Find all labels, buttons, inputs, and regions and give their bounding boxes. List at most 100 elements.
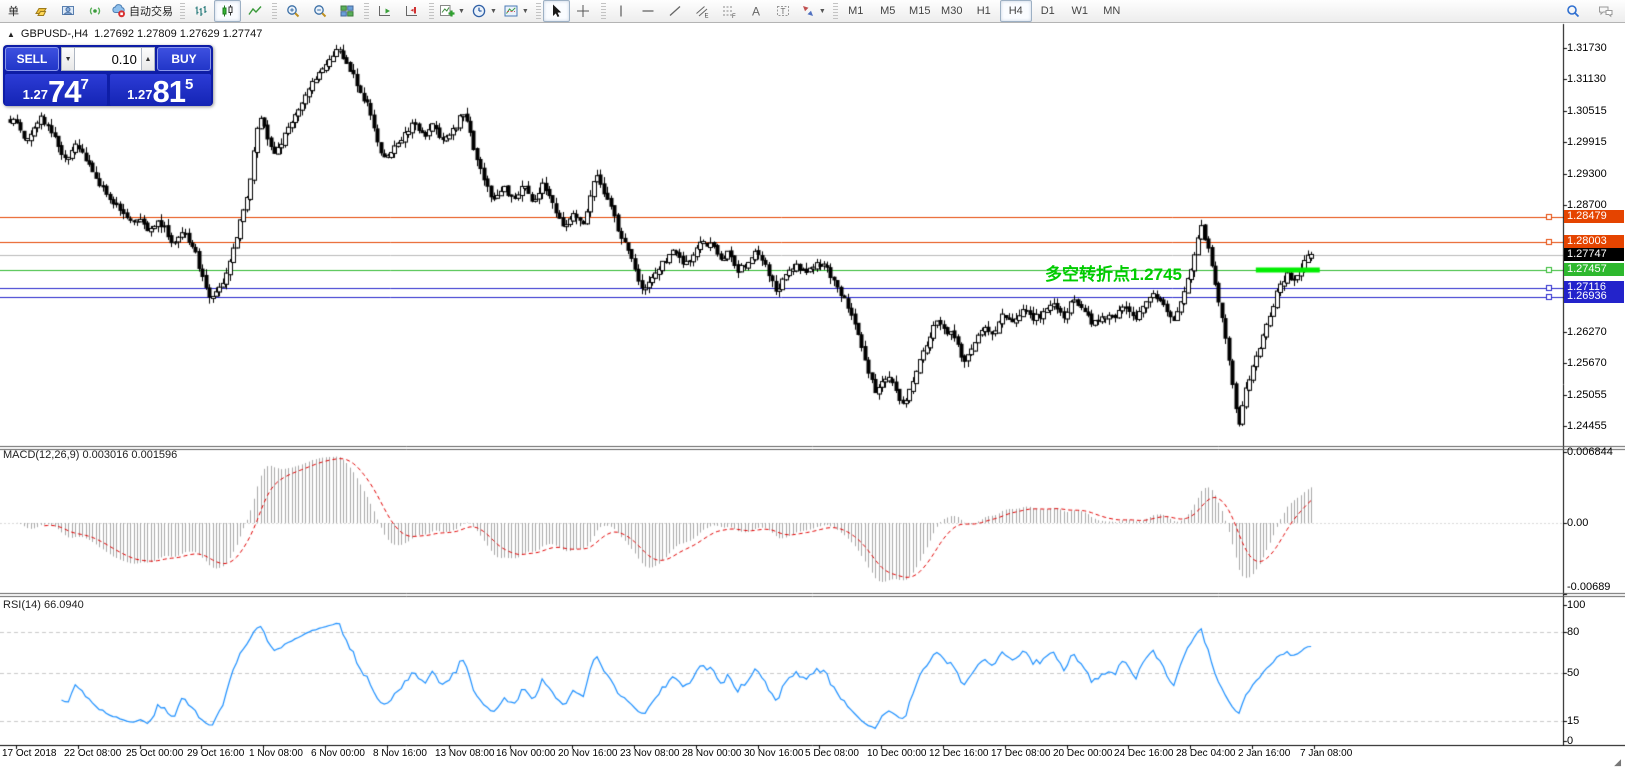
- arrows-button[interactable]: ▼: [797, 0, 829, 22]
- axis-tick-label: 1.25055: [1567, 389, 1607, 401]
- toolbar-separator: [833, 3, 838, 19]
- price-tag: 1.28003: [1564, 235, 1624, 248]
- timeframe-m5-button[interactable]: M5: [872, 0, 904, 22]
- tile-windows-button[interactable]: [333, 0, 360, 22]
- main-toolbar: 单自动交易▼▼▼EFAT▼M1M5M15M30H1H4D1W1MN: [0, 0, 1625, 23]
- horizontal-line-button[interactable]: [635, 0, 662, 22]
- vertical-line-button[interactable]: [608, 0, 635, 22]
- timeframe-d1-button[interactable]: D1: [1032, 0, 1064, 22]
- time-axis-label: 1 Nov 08:00: [249, 748, 303, 759]
- macd-indicator-label: MACD(12,26,9) 0.003016 0.001596: [3, 449, 177, 461]
- lot-size-input[interactable]: [75, 47, 141, 71]
- buy-price-big: 81: [152, 78, 184, 105]
- buy-price-pip: 5: [185, 76, 193, 93]
- toolbar-right: [1559, 0, 1619, 22]
- lot-decrease-button[interactable]: ▼: [61, 47, 75, 71]
- axis-tick-label: 1.24455: [1567, 420, 1607, 432]
- signal-button[interactable]: [81, 0, 108, 22]
- crosshair-button[interactable]: [570, 0, 597, 22]
- price-tag: 1.26936: [1564, 290, 1624, 303]
- line-chart-button[interactable]: [241, 0, 268, 22]
- buy-button[interactable]: BUY: [157, 47, 211, 71]
- chart-symbol-period: GBPUSD-,H4: [21, 28, 88, 40]
- gold-bar-icon-button[interactable]: [27, 0, 54, 22]
- autoscroll-icon: [377, 3, 393, 19]
- time-axis-label: 17 Dec 08:00: [991, 748, 1051, 759]
- axis-tick-label: 0: [1567, 735, 1573, 747]
- sell-button[interactable]: SELL: [5, 47, 59, 71]
- chart-title: ▲ GBPUSD-,H4 1.27692 1.27809 1.27629 1.2…: [7, 28, 262, 40]
- zoom-out-button[interactable]: [306, 0, 333, 22]
- chart-annotation-text[interactable]: 多空转折点1.2745: [1045, 260, 1182, 285]
- candles-icon: [220, 3, 236, 19]
- zoomin-icon: [285, 3, 301, 19]
- buy-price-panel[interactable]: 1.27815: [110, 74, 212, 106]
- chartshift-icon: [404, 3, 420, 19]
- bar-chart-button[interactable]: [187, 0, 214, 22]
- timeframe-h1-button[interactable]: H1: [968, 0, 1000, 22]
- toolbar-separator: [536, 3, 541, 19]
- fibonacci-button[interactable]: F: [716, 0, 743, 22]
- sell-price-big: 74: [48, 78, 80, 105]
- chart-canvas[interactable]: [0, 0, 1625, 768]
- candlestick-chart-button[interactable]: [214, 0, 241, 22]
- time-axis-label: 20 Dec 00:00: [1053, 748, 1113, 759]
- indicators-button[interactable]: ▼: [436, 0, 468, 22]
- search-icon: [1565, 3, 1581, 19]
- time-axis-label: 22 Oct 08:00: [64, 748, 121, 759]
- time-axis-label: 23 Nov 08:00: [620, 748, 680, 759]
- chat-icon: [1597, 3, 1615, 19]
- time-axis-label: 17 Oct 2018: [2, 748, 56, 759]
- time-axis-label: 28 Dec 04:00: [1176, 748, 1236, 759]
- auto-trading-button[interactable]: 自动交易: [108, 0, 176, 22]
- axis-tick-label: 1.30515: [1567, 105, 1607, 117]
- zoomout-icon: [312, 3, 328, 19]
- chat-button[interactable]: [1592, 0, 1619, 22]
- mt4-window: 单自动交易▼▼▼EFAT▼M1M5M15M30H1H4D1W1MN ▲ GBPU…: [0, 0, 1625, 768]
- crosshair-icon: [575, 3, 591, 19]
- vline-icon: [613, 3, 629, 19]
- toolbar-separator: [429, 3, 434, 19]
- collapse-icon: ▲: [7, 30, 15, 39]
- time-axis-label: 6 Nov 00:00: [311, 748, 365, 759]
- channel-button[interactable]: E: [689, 0, 716, 22]
- one-click-trading-widget: SELL ▼ ▲ BUY 1.27747 1.27815: [3, 45, 213, 106]
- axis-tick-label: 1.31130: [1567, 73, 1606, 85]
- templates-button[interactable]: ▼: [500, 0, 532, 22]
- axis-tick-label: 0.006844: [1567, 446, 1613, 458]
- timeframe-m1-button[interactable]: M1: [840, 0, 872, 22]
- arrows-icon: [800, 3, 816, 19]
- timeframe-w1-button[interactable]: W1: [1064, 0, 1096, 22]
- lot-increase-button[interactable]: ▲: [141, 47, 155, 71]
- price-tag: 1.28479: [1564, 210, 1624, 223]
- trendline-icon: [667, 3, 683, 19]
- time-axis-label: 29 Oct 16:00: [187, 748, 244, 759]
- timeframe-h4-button[interactable]: H4: [1000, 0, 1032, 22]
- search-button[interactable]: [1559, 0, 1586, 22]
- channel-icon: E: [694, 3, 710, 19]
- timeframe-mn-button[interactable]: MN: [1096, 0, 1128, 22]
- toolbar-separator: [364, 3, 369, 19]
- time-axis-label: 13 Nov 08:00: [435, 748, 495, 759]
- sell-price-panel[interactable]: 1.27747: [5, 74, 107, 106]
- hline-icon: [640, 3, 656, 19]
- new-order-button[interactable]: 单: [0, 0, 27, 22]
- axis-tick-label: 0.00: [1567, 517, 1588, 529]
- trendline-button[interactable]: [662, 0, 689, 22]
- cursor-button[interactable]: [543, 0, 570, 22]
- axis-tick-label: 1.26270: [1567, 326, 1607, 338]
- signal-icon: [87, 3, 103, 19]
- zoom-in-button[interactable]: [279, 0, 306, 22]
- profile-button[interactable]: [54, 0, 81, 22]
- time-axis-label: 24 Dec 16:00: [1114, 748, 1174, 759]
- periods-button[interactable]: ▼: [468, 0, 500, 22]
- label-icon: T: [775, 3, 791, 19]
- timeframe-m15-button[interactable]: M15: [904, 0, 936, 22]
- auto-scroll-button[interactable]: [371, 0, 398, 22]
- label-button[interactable]: T: [770, 0, 797, 22]
- text-button[interactable]: A: [743, 0, 770, 22]
- linechart-icon: [247, 3, 263, 19]
- timeframe-m30-button[interactable]: M30: [936, 0, 968, 22]
- dropdown-caret-icon: ▼: [458, 8, 465, 15]
- chart-shift-button[interactable]: [398, 0, 425, 22]
